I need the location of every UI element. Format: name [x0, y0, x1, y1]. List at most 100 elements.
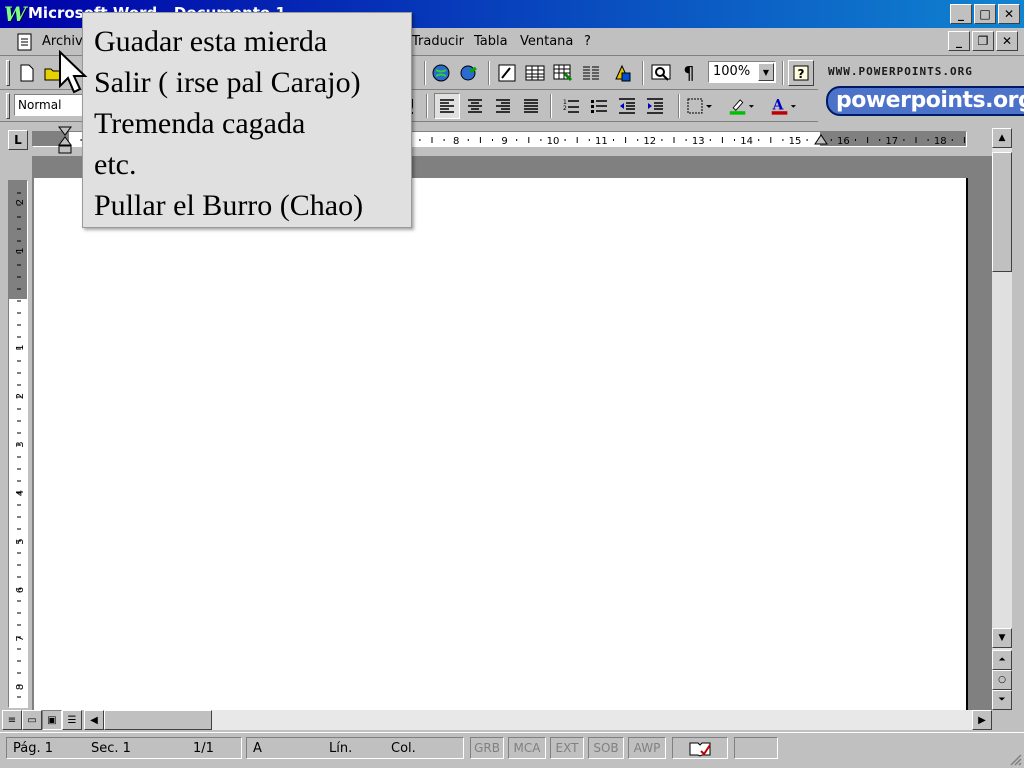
- status-at: A: [253, 741, 262, 756]
- chevron-down-icon[interactable]: ▼: [758, 63, 774, 81]
- drawing-icon[interactable]: [610, 60, 636, 86]
- status-column: Col.: [391, 741, 416, 756]
- vertical-ruler-number: 7: [15, 635, 26, 641]
- document-page[interactable]: [34, 178, 968, 710]
- horizontal-scroll-track[interactable]: [104, 710, 972, 730]
- status-position-group: Pág. 1 Sec. 1 1/1: [6, 737, 242, 759]
- scroll-up-icon[interactable]: ▲: [992, 128, 1012, 148]
- ruler-number: 15: [789, 136, 802, 147]
- doc-restore-button[interactable]: ❐: [972, 31, 994, 51]
- file-menu-popup: Guadar esta mierda Salir ( irse pal Cara…: [82, 12, 412, 228]
- status-ext[interactable]: EXT: [550, 737, 584, 759]
- borders-icon[interactable]: [686, 93, 712, 119]
- web-toolbar-icon[interactable]: [428, 60, 454, 86]
- insert-table-icon[interactable]: [522, 60, 548, 86]
- outline-view-icon[interactable]: ☰: [62, 710, 82, 730]
- popup-item-mistake[interactable]: Tremenda cagada: [94, 103, 411, 144]
- popup-item-etc[interactable]: etc.: [94, 144, 411, 185]
- spelling-status-icon[interactable]: [672, 737, 728, 759]
- svg-text:2: 2: [563, 105, 567, 112]
- web-layout-view-icon[interactable]: ▭: [22, 710, 42, 730]
- status-section: Sec. 1: [91, 741, 131, 756]
- vertical-scrollbar[interactable]: ▲ ▼ ⏶ ○ ⏷: [992, 128, 1012, 710]
- zoom-select[interactable]: 100% ▼: [708, 61, 776, 83]
- status-sob[interactable]: SOB: [588, 737, 624, 759]
- right-indent-marker-icon[interactable]: [814, 134, 828, 146]
- show-hide-icon[interactable]: ¶: [676, 60, 702, 86]
- ruler-number: 17: [885, 136, 898, 147]
- help-icon[interactable]: ?: [788, 60, 814, 86]
- logo-wordmark: powerpoints.org: [826, 86, 1024, 116]
- scroll-right-icon[interactable]: ▶: [972, 710, 992, 730]
- doc-close-button[interactable]: ✕: [996, 31, 1018, 51]
- minimize-button[interactable]: _: [950, 4, 972, 24]
- document-icon[interactable]: [16, 33, 34, 51]
- toolbar-grip[interactable]: [6, 93, 10, 119]
- insert-excel-icon[interactable]: [550, 60, 576, 86]
- status-mca[interactable]: MCA: [508, 737, 546, 759]
- close-button[interactable]: ✕: [998, 4, 1020, 24]
- ruler-number: 12: [643, 136, 656, 147]
- align-left-icon[interactable]: [434, 93, 460, 119]
- status-cursor-group: A Lín. Col.: [246, 737, 464, 759]
- status-grb[interactable]: GRB: [470, 737, 504, 759]
- resize-grip-icon[interactable]: [1008, 752, 1022, 766]
- word-app-icon[interactable]: W: [4, 3, 26, 25]
- vertical-ruler-scale: 2112345678: [15, 192, 26, 698]
- status-awp[interactable]: AWP: [628, 737, 666, 759]
- bullets-icon[interactable]: [586, 93, 612, 119]
- previous-page-icon[interactable]: ⏶: [992, 650, 1012, 670]
- svg-text:?: ?: [798, 67, 805, 81]
- document-area: [32, 156, 992, 710]
- print-layout-view-icon[interactable]: ▣: [42, 710, 62, 730]
- status-line: Lín.: [329, 741, 353, 756]
- center-icon[interactable]: [462, 93, 488, 119]
- status-bar: Pág. 1 Sec. 1 1/1 A Lín. Col. GRB MCA EX…: [0, 732, 1024, 768]
- horizontal-scroll-thumb[interactable]: [104, 710, 212, 730]
- align-right-icon[interactable]: [490, 93, 516, 119]
- ruler-number: 16: [837, 136, 850, 147]
- browse-object-icon[interactable]: ○: [992, 670, 1012, 690]
- ruler-number: 13: [692, 136, 705, 147]
- justify-icon[interactable]: [518, 93, 544, 119]
- popup-item-goodbye[interactable]: Pullar el Burro (Chao): [94, 185, 411, 226]
- ruler-number: 18: [934, 136, 947, 147]
- ruler-number: 11: [595, 136, 608, 147]
- vertical-ruler-number: 1: [15, 344, 26, 350]
- maximize-button[interactable]: □: [974, 4, 996, 24]
- ruler-number: 14: [740, 136, 753, 147]
- ruler-number: 10: [547, 136, 560, 147]
- menu-traducir[interactable]: Traducir: [412, 34, 464, 49]
- scroll-down-icon[interactable]: ▼: [992, 628, 1012, 648]
- numbering-icon[interactable]: 12: [558, 93, 584, 119]
- hyperlink-icon[interactable]: [456, 60, 482, 86]
- ruler-number: 8: [453, 136, 459, 147]
- highlight-icon[interactable]: [728, 93, 754, 119]
- zoom-value: 100%: [713, 64, 751, 79]
- scroll-left-icon[interactable]: ◀: [84, 710, 104, 730]
- menu-ventana[interactable]: Ventana: [520, 34, 573, 49]
- tab-selector-button[interactable]: L: [8, 130, 28, 150]
- new-document-icon[interactable]: [14, 60, 40, 86]
- indent-marker-icon[interactable]: [58, 126, 72, 156]
- font-color-icon[interactable]: A: [770, 93, 796, 119]
- toolbar-grip[interactable]: [6, 60, 10, 86]
- popup-item-save[interactable]: Guadar esta mierda: [94, 21, 411, 62]
- vertical-scroll-thumb[interactable]: [992, 152, 1012, 272]
- menu-tabla[interactable]: Tabla: [474, 34, 508, 49]
- columns-icon[interactable]: [578, 60, 604, 86]
- popup-item-exit[interactable]: Salir ( irse pal Carajo): [94, 62, 411, 103]
- decrease-indent-icon[interactable]: [614, 93, 640, 119]
- horizontal-scrollbar[interactable]: ≡ ▭ ▣ ☰ ◀ ▶: [0, 710, 992, 730]
- menu-help[interactable]: ?: [584, 34, 591, 49]
- vertical-ruler[interactable]: 2112345678: [8, 180, 28, 708]
- toolbar-separator: [424, 61, 426, 85]
- doc-minimize-button[interactable]: _: [948, 31, 970, 51]
- style-select[interactable]: Normal: [14, 94, 84, 116]
- normal-view-icon[interactable]: ≡: [2, 710, 22, 730]
- tables-borders-icon[interactable]: [494, 60, 520, 86]
- increase-indent-icon[interactable]: [642, 93, 668, 119]
- document-map-icon[interactable]: [648, 60, 674, 86]
- toolbar-separator: [550, 94, 552, 118]
- next-page-icon[interactable]: ⏷: [992, 690, 1012, 710]
